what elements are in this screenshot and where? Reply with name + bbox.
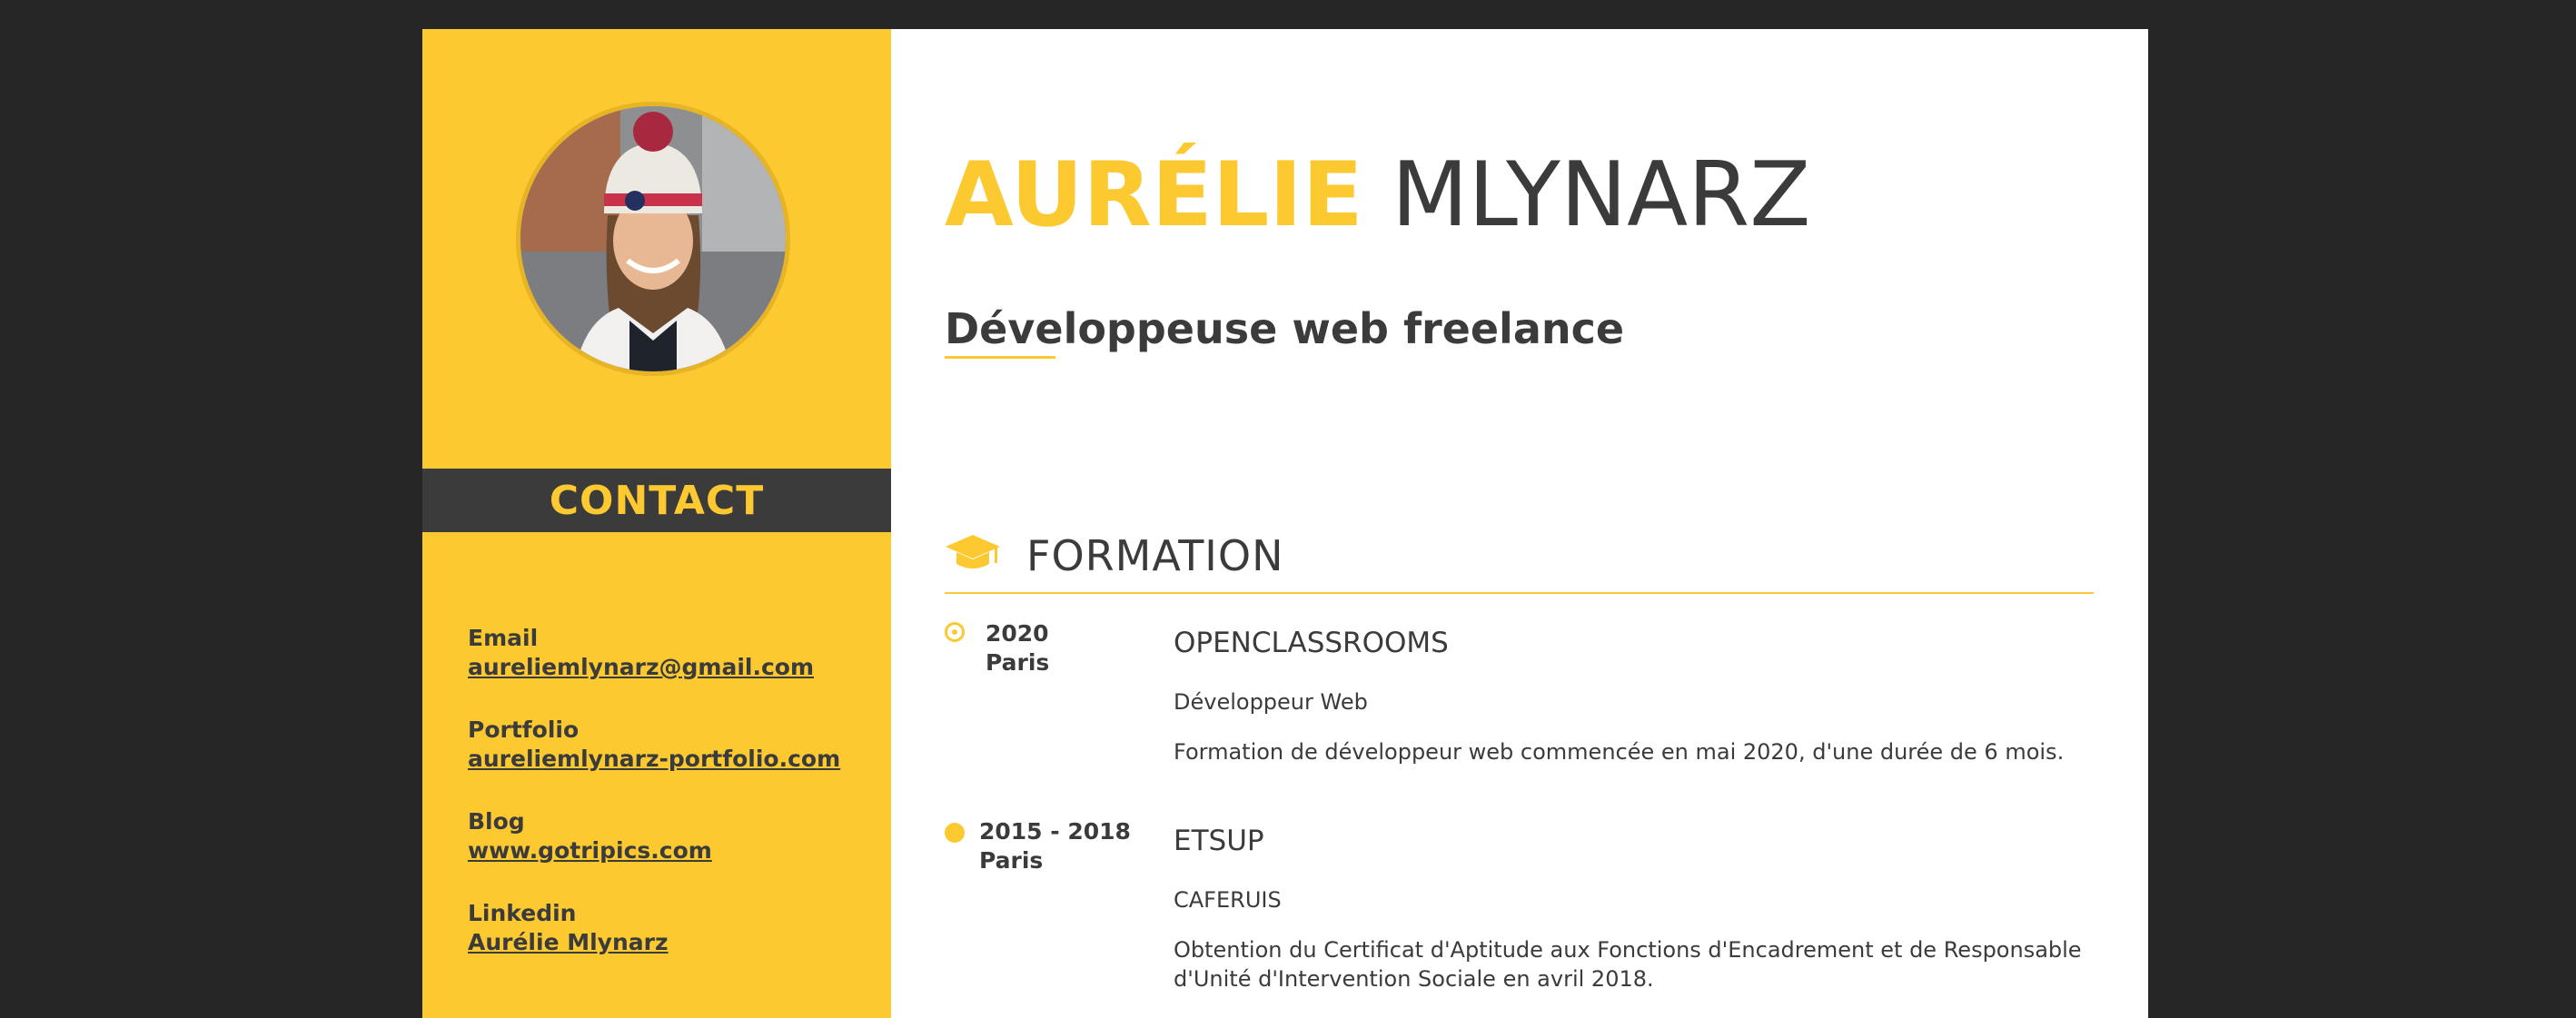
- entry-description: Obtention du Certificat d'Aptitude aux F…: [1174, 937, 2082, 992]
- graduation-cap-icon: [945, 533, 1001, 578]
- entry-content: OPENCLASSROOMS Développeur Web Formation…: [1174, 625, 2091, 766]
- contact-item-linkedin: Linkedin Aurélie Mlynarz: [468, 899, 867, 991]
- contact-item-blog: Blog www.gotripics.com: [468, 807, 867, 899]
- entry-city: Paris: [986, 649, 1050, 676]
- entry-school: OPENCLASSROOMS: [1174, 627, 1449, 659]
- entry-description: Formation de développeur web commencée e…: [1174, 739, 2065, 765]
- contact-item-email: Email aureliemlynarz@gmail.com: [468, 624, 867, 716]
- contact-label: Email: [468, 625, 539, 651]
- contact-list: Email aureliemlynarz@gmail.com Portfolio…: [468, 624, 867, 991]
- entry-content: ETSUP CAFERUIS Obtention du Certificat d…: [1174, 823, 2091, 993]
- contact-label: Portfolio: [468, 717, 580, 743]
- email-link[interactable]: aureliemlynarz@gmail.com: [468, 653, 867, 682]
- entry-school: ETSUP: [1174, 825, 1264, 857]
- portfolio-link[interactable]: aureliemlynarz-portfolio.com: [468, 745, 867, 774]
- sidebar: CONTACT Email aureliemlynarz@gmail.com P…: [422, 29, 891, 1018]
- timeline-dot-icon: [945, 622, 965, 642]
- resume-page: CONTACT Email aureliemlynarz@gmail.com P…: [422, 29, 2148, 1018]
- contact-header: CONTACT: [422, 469, 891, 532]
- last-name: MLYNARZ: [1391, 143, 1811, 247]
- contact-title: CONTACT: [549, 477, 765, 524]
- entry-year: 2015 - 2018: [979, 818, 1131, 845]
- first-name: AURÉLIE: [945, 143, 1363, 247]
- formation-title: FORMATION: [1026, 531, 1284, 580]
- job-title: Développeuse web freelance: [945, 304, 1625, 353]
- linkedin-link[interactable]: Aurélie Mlynarz: [468, 928, 867, 957]
- entry-degree: CAFERUIS: [1174, 887, 1282, 913]
- entry-year: 2020: [986, 620, 1049, 647]
- contact-label: Linkedin: [468, 900, 577, 926]
- entry-degree: Développeur Web: [1174, 689, 1368, 715]
- contact-label: Blog: [468, 808, 525, 835]
- formation-header: FORMATION: [945, 510, 2094, 594]
- avatar: [516, 102, 790, 376]
- main-content: AURÉLIE MLYNARZ Développeuse web freelan…: [945, 29, 2098, 1018]
- blog-link[interactable]: www.gotripics.com: [468, 836, 867, 865]
- timeline-dot-icon: [945, 823, 965, 843]
- full-name: AURÉLIE MLYNARZ: [945, 145, 1810, 245]
- job-title-underline: [945, 356, 1055, 359]
- contact-item-portfolio: Portfolio aureliemlynarz-portfolio.com: [468, 716, 867, 807]
- entry-city: Paris: [979, 847, 1044, 874]
